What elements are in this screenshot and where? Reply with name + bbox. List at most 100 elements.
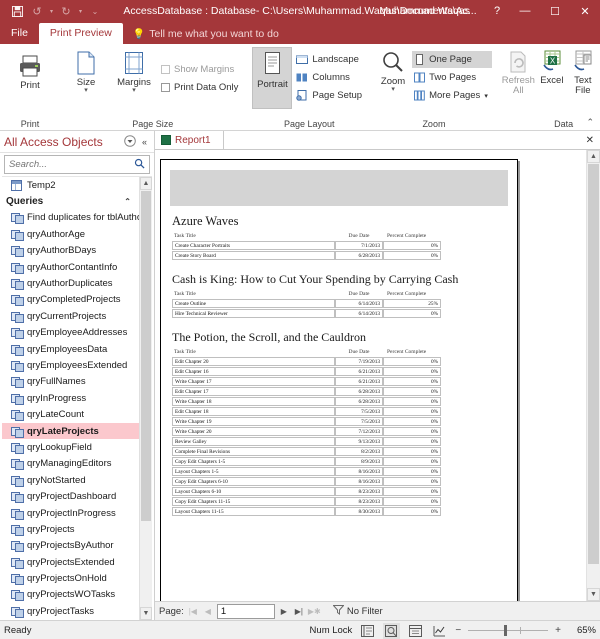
- more-pages-dropdown-icon[interactable]: ▾: [484, 92, 488, 100]
- margins-dropdown-icon[interactable]: ▾: [132, 87, 136, 94]
- print-preview-canvas[interactable]: Azure Waves Task Title Due Date Percent Com…: [155, 150, 600, 601]
- first-page-button[interactable]: |◀: [187, 607, 199, 616]
- tell-me-search[interactable]: 💡 Tell me what you want to do: [123, 28, 279, 44]
- nav-item-qrycurrentprojects[interactable]: qryCurrentProjects: [2, 308, 139, 324]
- navigation-object-list[interactable]: Temp2 Queries ⌃ Find duplicates for tblAuth…: [2, 176, 152, 620]
- scroll-up-arrow[interactable]: ▲: [140, 177, 152, 190]
- page-setup-button[interactable]: Page Setup: [294, 87, 366, 104]
- zoom-slider-thumb[interactable]: [504, 625, 508, 636]
- nav-item-qrycompletedprojects[interactable]: qryCompletedProjects: [2, 292, 139, 308]
- nav-item-qrylatecount[interactable]: qryLateCount: [2, 406, 139, 422]
- print-data-only-checkbox[interactable]: Print Data Only: [159, 79, 242, 96]
- refresh-all-button[interactable]: Refresh All: [502, 47, 535, 96]
- zoom-in-button[interactable]: +: [555, 625, 561, 636]
- margins-button[interactable]: Margins ▾: [111, 47, 157, 94]
- document-tab-report1[interactable]: Report1: [155, 131, 224, 149]
- collapse-ribbon-icon[interactable]: ⌃: [586, 117, 594, 128]
- search-box[interactable]: [4, 155, 150, 174]
- close-button[interactable]: ✕: [570, 0, 600, 22]
- redo-dropdown-icon[interactable]: ▾: [77, 2, 84, 20]
- undo-dropdown-icon[interactable]: ▾: [48, 2, 55, 20]
- nav-item-qryprojectsonhold[interactable]: qryProjectsOnHold: [2, 570, 139, 586]
- nav-item-qryemployeeaddresses[interactable]: qryEmployeeAddresses: [2, 325, 139, 341]
- print-preview-icon[interactable]: [383, 622, 401, 639]
- two-pages-button[interactable]: Two Pages: [412, 69, 492, 86]
- nav-group-header[interactable]: Queries ⌃: [2, 193, 139, 209]
- help-icon[interactable]: ?: [484, 0, 510, 22]
- nav-item-qrymanagingeditors[interactable]: qryManagingEditors: [2, 456, 139, 472]
- scroll-thumb[interactable]: [141, 191, 151, 521]
- portrait-button[interactable]: Portrait: [252, 47, 293, 109]
- scroll-up-arrow[interactable]: ▲: [587, 150, 600, 163]
- search-icon[interactable]: [132, 158, 147, 172]
- nav-item-qryprojects[interactable]: qryProjects: [2, 521, 139, 537]
- page-number-input[interactable]: 1: [216, 603, 275, 619]
- filter-status[interactable]: No Filter: [332, 604, 383, 618]
- new-page-button[interactable]: ▶✱: [308, 607, 321, 616]
- zoom-slider[interactable]: [468, 625, 549, 636]
- minimize-button[interactable]: —: [510, 0, 540, 22]
- query-icon: [11, 426, 24, 438]
- scroll-down-arrow[interactable]: ▼: [587, 588, 600, 601]
- nav-item-qryemployeesdata[interactable]: qryEmployeesData: [2, 341, 139, 357]
- search-input[interactable]: [7, 158, 132, 171]
- nav-item-qryprojectswotasks[interactable]: qryProjectsWOTasks: [2, 587, 139, 603]
- zoom-out-button[interactable]: −: [455, 625, 461, 636]
- scroll-thumb[interactable]: [588, 164, 599, 564]
- maximize-button[interactable]: ☐: [540, 0, 570, 22]
- last-page-button[interactable]: ▶|: [293, 607, 305, 616]
- nav-item-qryprojectsbyauthor[interactable]: qryProjectsByAuthor: [2, 538, 139, 554]
- nav-item-qrylateprojects[interactable]: qryLateProjects: [2, 422, 139, 440]
- nav-item-qryauthorage[interactable]: qryAuthorAge: [2, 226, 139, 242]
- nav-item-qryauthorcontantinfo[interactable]: qryAuthorContantInfo: [2, 259, 139, 275]
- next-page-button[interactable]: ▶: [278, 607, 290, 616]
- show-margins-checkbox[interactable]: Show Margins: [159, 61, 242, 78]
- preview-vertical-scrollbar[interactable]: ▲ ▼: [586, 150, 600, 601]
- columns-button[interactable]: Columns: [294, 69, 366, 86]
- account-name[interactable]: Muhammad Waqas: [379, 5, 484, 17]
- close-document-icon[interactable]: ✕: [580, 131, 600, 149]
- zoom-dropdown-icon[interactable]: ▾: [391, 86, 395, 93]
- print-button[interactable]: Print: [7, 47, 53, 91]
- nav-item-qryinprogress[interactable]: qryInProgress: [2, 390, 139, 406]
- layout-view-icon[interactable]: [407, 623, 424, 639]
- nav-item-find-duplicates-for-tblauthors[interactable]: Find duplicates for tblAuthors: [2, 210, 150, 226]
- nav-item-qryemployeesextended[interactable]: qryEmployeesExtended: [2, 357, 139, 373]
- nav-item-qrylookupfield[interactable]: qryLookupField: [2, 439, 139, 455]
- nav-item-qryauthorbdays[interactable]: qryAuthorBDays: [2, 243, 139, 259]
- tab-print-preview[interactable]: Print Preview: [38, 23, 123, 44]
- quick-access-toolbar[interactable]: ↺ ▾ ↻ ▾ ⌄: [0, 2, 104, 20]
- nav-item-temp2[interactable]: Temp2: [2, 177, 139, 193]
- nav-item-qryprojectinprogress[interactable]: qryProjectInProgress: [2, 505, 139, 521]
- scroll-down-arrow[interactable]: ▼: [140, 607, 152, 620]
- cell-pct: 0%: [383, 427, 441, 436]
- nav-item-qryprojectsextended[interactable]: qryProjectsExtended: [2, 554, 139, 570]
- zoom-percent-label: 65%: [576, 625, 596, 636]
- more-pages-button[interactable]: More Pages ▾: [412, 87, 492, 104]
- one-page-button[interactable]: One Page: [412, 51, 492, 68]
- nav-vertical-scrollbar[interactable]: ▲ ▼: [139, 177, 152, 620]
- customize-qat-icon[interactable]: ⌄: [86, 2, 104, 20]
- nav-item-qryauthorduplicates[interactable]: qryAuthorDuplicates: [2, 275, 139, 291]
- previous-page-button[interactable]: ◀: [202, 607, 214, 616]
- chevron-up-icon[interactable]: ⌃: [124, 197, 139, 206]
- text-file-export-button[interactable]: Text File: [569, 47, 597, 96]
- nav-item-qryfullnames[interactable]: qryFullNames: [2, 374, 139, 390]
- nav-item-qryprojecttasks[interactable]: qryProjectTasks: [2, 603, 139, 619]
- nav-item-qryprojectdashboard[interactable]: qryProjectDashboard: [2, 488, 139, 504]
- landscape-button[interactable]: Landscape: [294, 51, 366, 68]
- report-view-icon[interactable]: [359, 623, 376, 639]
- save-icon[interactable]: [8, 2, 26, 20]
- tab-file[interactable]: File: [0, 23, 39, 44]
- nav-item-qrynotstarted[interactable]: qryNotStarted: [2, 472, 139, 488]
- undo-icon[interactable]: ↺: [28, 2, 46, 20]
- nav-menu-icon[interactable]: [121, 134, 139, 149]
- zoom-button[interactable]: Zoom ▾: [376, 47, 410, 93]
- size-dropdown-icon[interactable]: ▾: [84, 87, 88, 94]
- redo-icon[interactable]: ↻: [57, 2, 75, 20]
- margins-icon: [122, 50, 146, 76]
- shutter-bar-close-icon[interactable]: «: [139, 137, 150, 147]
- excel-export-button[interactable]: X Excel: [537, 47, 567, 86]
- design-view-icon[interactable]: [431, 623, 448, 639]
- size-button[interactable]: Size ▾: [63, 47, 109, 94]
